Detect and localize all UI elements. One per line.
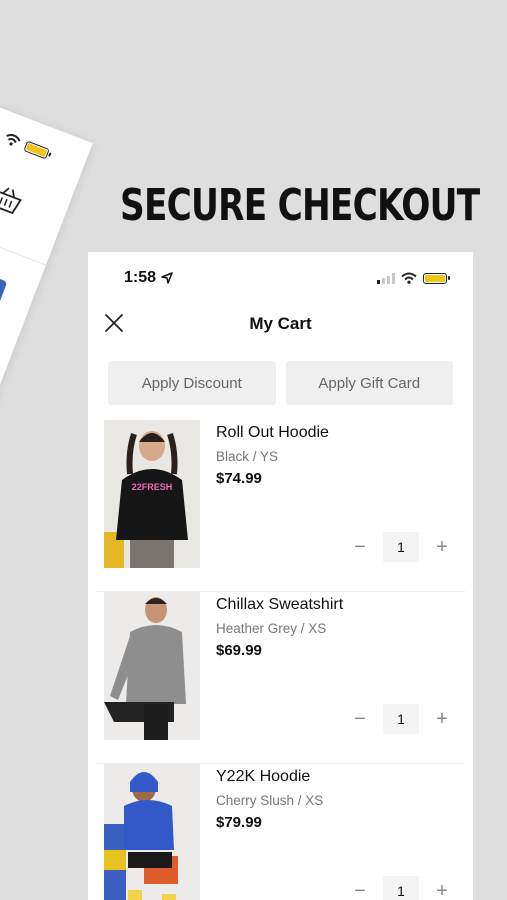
headline: SECURE CHECKOUT	[120, 180, 480, 231]
signal-icon	[377, 272, 395, 284]
apply-discount-button[interactable]: Apply Discount	[108, 361, 276, 405]
decrease-quantity-button[interactable]: −	[351, 709, 369, 729]
battery-icon	[23, 140, 50, 159]
cart-header: My Cart	[88, 304, 473, 344]
background-phone	[0, 50, 93, 592]
status-time: 1:58	[124, 269, 157, 286]
status-time-group: 1:58	[124, 269, 173, 287]
battery-icon	[423, 272, 450, 284]
product-image[interactable]	[104, 764, 200, 900]
location-arrow-icon	[161, 272, 173, 284]
item-name[interactable]: Chillax Sweatshirt	[216, 596, 343, 614]
item-info: Roll Out Hoodie Black / YS $74.99	[216, 424, 329, 487]
phone-screen: 1:58 My Cart Apply Discount Apply Gift C…	[88, 252, 473, 900]
product-image[interactable]: 22FRESH	[104, 420, 200, 568]
wifi-icon	[6, 133, 21, 146]
page-title: My Cart	[249, 314, 312, 333]
svg-text:22FRESH: 22FRESH	[132, 482, 173, 492]
close-icon[interactable]	[102, 311, 126, 335]
quantity-value[interactable]: 1	[383, 876, 419, 900]
apply-gift-card-button[interactable]: Apply Gift Card	[285, 361, 453, 405]
status-bar: 1:58	[88, 252, 473, 304]
item-price: $79.99	[216, 814, 262, 831]
decrease-quantity-button[interactable]: −	[351, 881, 369, 900]
quantity-stepper: − 1 +	[351, 532, 451, 562]
cart-item: 22FRESH Roll Out Hoodie Black / YS $74.9…	[96, 420, 465, 592]
cart-items-list: 22FRESH Roll Out Hoodie Black / YS $74.9…	[88, 405, 473, 900]
background-status-bar	[0, 122, 50, 159]
quantity-value[interactable]: 1	[383, 704, 419, 734]
status-icons	[377, 272, 450, 284]
item-variant: Heather Grey / XS	[216, 621, 327, 636]
quantity-stepper: − 1 +	[351, 876, 451, 900]
item-price: $74.99	[216, 470, 262, 487]
decrease-quantity-button[interactable]: −	[351, 537, 369, 557]
item-variant: Cherry Slush / XS	[216, 793, 324, 808]
product-image[interactable]	[104, 592, 200, 740]
item-variant: Black / YS	[216, 449, 279, 464]
wifi-icon	[401, 272, 417, 284]
increase-quantity-button[interactable]: +	[433, 709, 451, 729]
background-product-image	[0, 249, 8, 366]
quantity-value[interactable]: 1	[383, 532, 419, 562]
cart-item: Y22K Hoodie Cherry Slush / XS $79.99 − 1…	[96, 764, 465, 900]
item-price: $69.99	[216, 642, 262, 659]
item-name[interactable]: Y22K Hoodie	[216, 768, 323, 786]
cart-actions: Apply Discount Apply Gift Card	[88, 344, 473, 405]
increase-quantity-button[interactable]: +	[433, 881, 451, 900]
item-info: Chillax Sweatshirt Heather Grey / XS $69…	[216, 596, 343, 659]
basket-icon	[0, 182, 26, 224]
item-info: Y22K Hoodie Cherry Slush / XS $79.99	[216, 768, 323, 831]
increase-quantity-button[interactable]: +	[433, 537, 451, 557]
cart-item: Chillax Sweatshirt Heather Grey / XS $69…	[96, 592, 465, 764]
signal-icon	[0, 122, 2, 140]
quantity-stepper: − 1 +	[351, 704, 451, 734]
item-name[interactable]: Roll Out Hoodie	[216, 424, 329, 442]
